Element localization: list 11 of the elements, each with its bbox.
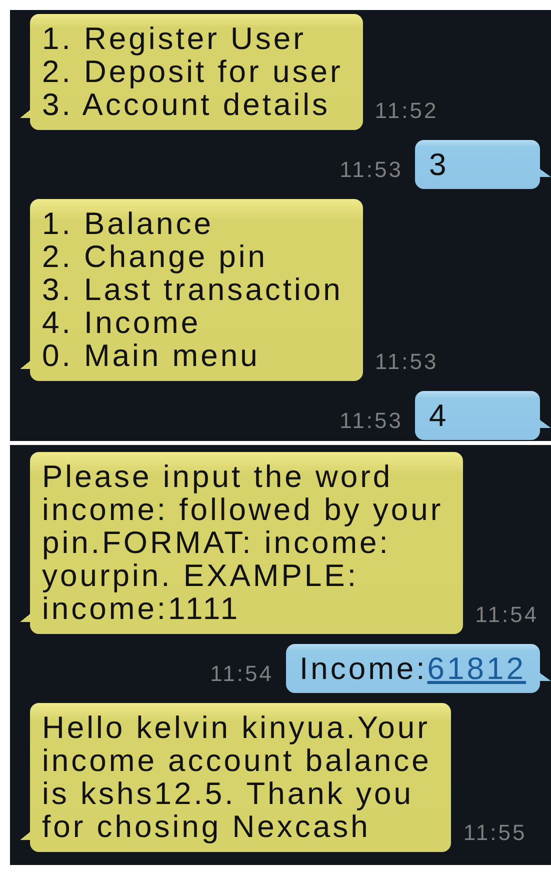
- sent-message: 3: [415, 140, 551, 189]
- message-time: 11:54: [475, 602, 539, 628]
- sent-message: 4: [415, 391, 551, 440]
- sent-message: Income:61812: [286, 644, 551, 693]
- message-time: 11:54: [210, 661, 274, 687]
- message-time: 11:53: [340, 157, 403, 183]
- message-time: 11:55: [463, 820, 527, 846]
- message-time: 11:52: [374, 98, 438, 124]
- message-time: 11:53: [340, 408, 403, 434]
- message-time: 11:53: [374, 349, 438, 375]
- number-link[interactable]: 61812: [427, 651, 526, 686]
